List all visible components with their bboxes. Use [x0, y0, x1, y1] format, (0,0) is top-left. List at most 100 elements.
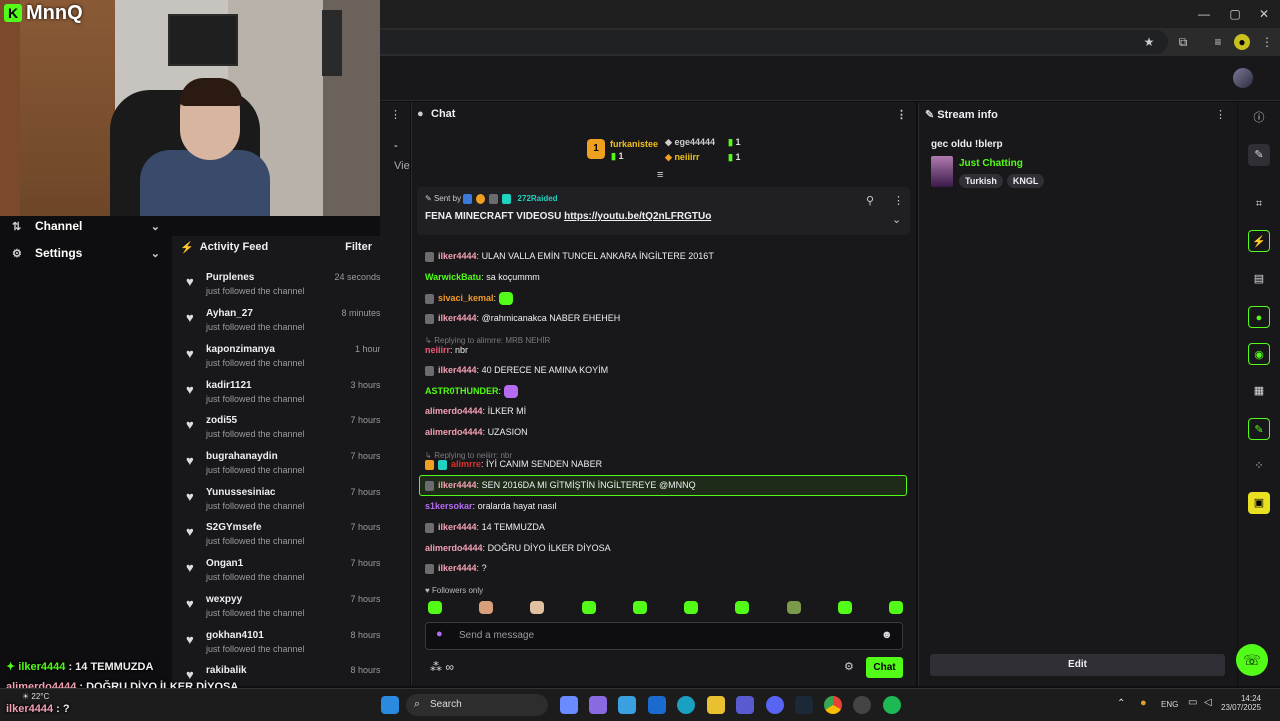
emote-icon[interactable] [888, 601, 903, 614]
chat-message[interactable]: s1kersokar: oralarda hayat nasıl [425, 497, 905, 515]
outlook-icon[interactable] [648, 696, 666, 714]
chat-message[interactable]: ilker4444: SEN 2016DA MI GİTMİŞTİN İNGİL… [425, 476, 905, 494]
activity-feed-item[interactable]: ♥ Purplenes just followed the channel 24 se… [172, 268, 404, 304]
nav-settings[interactable]: ⚙ Settings ⌄ [0, 241, 172, 265]
app-icon[interactable] [853, 696, 871, 714]
chat-message[interactable]: ASTR0THUNDER: [425, 382, 905, 400]
chat-input[interactable]: ● Send a message ☻ [425, 622, 903, 650]
chat-message[interactable]: alimerdo4444: DOĞRU DİYO İLKER DİYOSA [425, 539, 905, 557]
widgets-icon[interactable] [589, 696, 607, 714]
chat-username[interactable]: ilker4444 [438, 313, 477, 323]
store-icon[interactable] [618, 696, 636, 714]
chat-username[interactable]: ilker4444 [438, 365, 477, 375]
chat-username[interactable]: ilker4444 [438, 563, 477, 573]
activity-feed-item[interactable]: ♥ zodi55 just followed the channel 7 hours … [172, 411, 404, 447]
edit-button[interactable]: Edit [930, 654, 1225, 676]
address-input[interactable] [380, 30, 1168, 54]
chat-message[interactable]: ilker4444: 40 DERECE NE AMINA KOYİM [425, 361, 905, 379]
microphone-icon[interactable]: ● [436, 628, 443, 640]
more-icon[interactable]: ⋮ [893, 194, 904, 207]
gifter-name[interactable]: furkanistee [610, 139, 658, 149]
bookmark-star-icon[interactable]: ★ [1141, 34, 1157, 50]
tray-chevron-icon[interactable]: ⌃ [1117, 698, 1125, 709]
chevron-down-icon[interactable]: ⌄ [892, 213, 901, 226]
broadcast-icon[interactable]: ◉ [1248, 343, 1270, 365]
crop-icon[interactable]: ⌗ [1248, 193, 1270, 215]
activity-feed-item[interactable]: ♥ Yunussesiniac just followed the channel 7… [172, 483, 404, 519]
points-icon[interactable]: ⁂ ∞ [430, 660, 454, 674]
chat-username[interactable]: WarwickBatu [425, 272, 481, 282]
activity-feed-item[interactable]: ♥ S2GYmsefe just followed the channel 7 hou… [172, 518, 404, 554]
clock[interactable]: 14:24 23/07/2025 [1221, 694, 1261, 712]
activity-feed-item[interactable]: ♥ bugrahanaydin just followed the channel 7… [172, 447, 404, 483]
category-link[interactable]: Just Chatting [959, 158, 1023, 169]
emote-icon[interactable] [581, 601, 596, 614]
network-icon[interactable]: ▭ [1188, 697, 1197, 708]
tag[interactable]: Turkish [959, 174, 1003, 188]
taskbar-search[interactable]: ⌕ Search [406, 694, 548, 716]
more-icon[interactable]: ⋮ [896, 108, 907, 121]
clapper-icon[interactable]: ▣ [1248, 492, 1270, 514]
extensions-icon[interactable]: ⧉ [1175, 34, 1191, 50]
spotify-icon[interactable] [883, 696, 901, 714]
emote-icon[interactable] [786, 601, 801, 614]
start-icon[interactable] [381, 696, 399, 714]
lightning-icon[interactable]: ⚡ [1248, 230, 1270, 252]
activity-feed-item[interactable]: ♥ gokhan4101 just followed the channel 8 ho… [172, 626, 404, 662]
category-thumbnail[interactable] [931, 156, 953, 187]
layout-icon[interactable]: ▦ [1248, 380, 1270, 402]
pinned-link[interactable]: https://youtu.be/tQ2nLFRGTUo [564, 211, 711, 222]
user-avatar[interactable] [1233, 68, 1253, 88]
chat-message[interactable]: neiiirr: nbr [425, 341, 905, 359]
chat-send-button[interactable]: Chat [866, 657, 903, 678]
volume-icon[interactable]: ◁ [1204, 697, 1212, 708]
more-icon[interactable]: ⋮ [390, 108, 401, 121]
info-icon[interactable]: ⓘ [1248, 107, 1270, 129]
activity-feed-item[interactable]: ♥ Ayhan_27 just followed the channel 8 minu… [172, 304, 404, 340]
chat-message[interactable]: ilker4444: ULAN VALLA EMİN TUNCEL ANKARA… [425, 247, 905, 265]
chat-username[interactable]: ilker4444 [438, 522, 477, 532]
chat-username[interactable]: ASTR0THUNDER [425, 386, 499, 396]
more-icon[interactable]: ⋮ [1215, 108, 1226, 121]
support-chat-icon[interactable]: ☏ [1236, 644, 1268, 676]
chat-message[interactable]: alimerdo4444: UZASION [425, 423, 905, 441]
activity-feed-item[interactable]: ♥ wexpyy just followed the channel 7 hours … [172, 590, 404, 626]
emote-icon[interactable] [530, 601, 545, 614]
pinned-author[interactable]: 272Raided [518, 194, 558, 203]
nodes-icon[interactable]: ⁘ [1248, 455, 1270, 477]
discord-icon[interactable] [766, 696, 784, 714]
chat-username[interactable]: alimerdo4444 [425, 406, 483, 416]
chat-username[interactable]: ilker4444 [438, 480, 477, 490]
emote-icon[interactable] [837, 601, 852, 614]
chat-username[interactable]: alimrre [451, 459, 481, 469]
close-icon[interactable]: ✕ [1256, 6, 1272, 22]
tag[interactable]: KNGL [1006, 174, 1045, 188]
browser-menu-icon[interactable]: ⋮ [1259, 34, 1275, 50]
minimize-icon[interactable]: — [1196, 6, 1212, 22]
copilot-icon[interactable] [560, 696, 578, 714]
chat-bubble-icon[interactable]: ● [1248, 306, 1270, 328]
activity-feed-item[interactable]: ♥ Ongan1 just followed the channel 7 hours … [172, 554, 404, 590]
chat-message[interactable]: alimrre: İYİ CANIM SENDEN NABER [425, 455, 905, 473]
pin-icon[interactable]: ⚲ [866, 194, 874, 207]
weather-widget[interactable]: ☀ 22°C [22, 692, 49, 701]
emoji-icon[interactable]: ☻ [881, 629, 893, 641]
activity-feed-item[interactable]: ♥ kadir1121 just followed the channel 3 hou… [172, 376, 404, 412]
wrench-icon[interactable]: ✎ [1248, 418, 1270, 440]
teams-icon[interactable] [736, 696, 754, 714]
emote-icon[interactable] [632, 601, 647, 614]
activity-feed-item[interactable]: ♥ kaponzimanya just followed the channel 1 … [172, 340, 404, 376]
tab-search-icon[interactable]: ≡ [1210, 34, 1226, 50]
chat-username[interactable]: alimerdo4444 [425, 543, 483, 553]
maximize-icon[interactable]: ▢ [1227, 6, 1243, 22]
emote-icon[interactable] [735, 601, 750, 614]
emote-icon[interactable] [428, 601, 442, 614]
gear-icon[interactable]: ⚙ [844, 660, 854, 673]
chat-message[interactable]: sivaci_kemal: [425, 289, 905, 307]
chat-message[interactable]: alimerdo4444: İLKER Mİ [425, 402, 905, 420]
microphone-icon[interactable]: ● [1140, 697, 1147, 709]
edge-icon[interactable] [677, 696, 695, 714]
chat-username[interactable]: sivaci_kemal [438, 293, 494, 303]
chrome-icon[interactable] [824, 696, 842, 714]
chat-message[interactable]: WarwickBatu: sa koçummm [425, 268, 905, 286]
